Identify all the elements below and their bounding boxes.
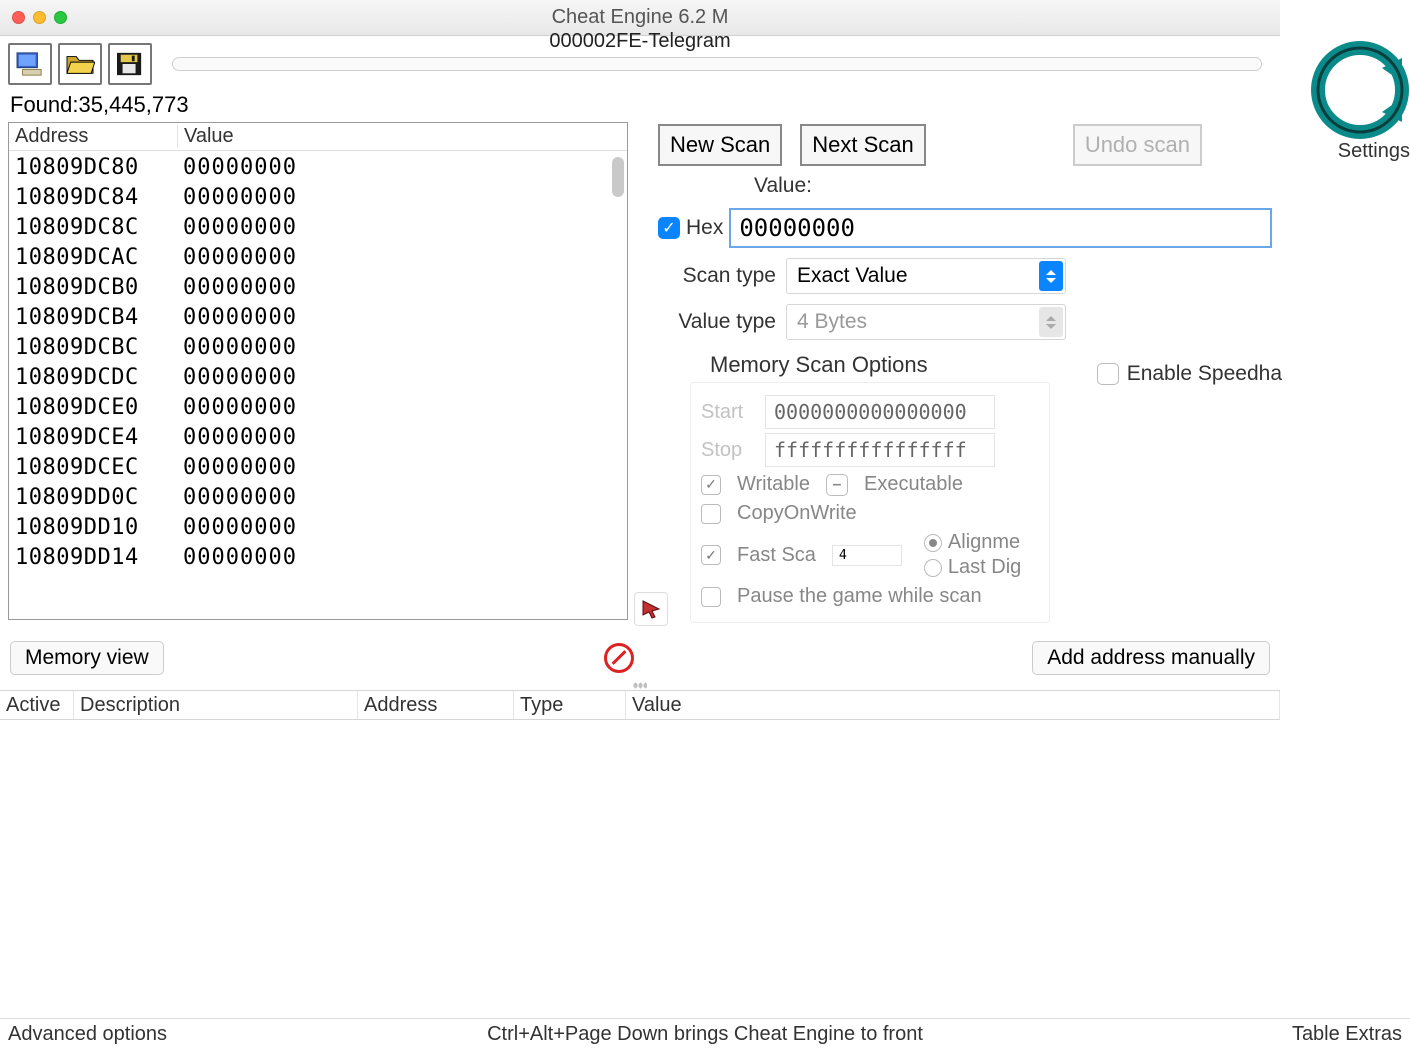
memory-scan-options: Memory Scan Options Start Stop Writable … xyxy=(658,352,1272,623)
result-row[interactable]: 10809DCE400000000 xyxy=(9,423,627,453)
scan-panel: New Scan Next Scan Undo scan Value: ✓ He… xyxy=(636,122,1272,632)
grip-icon xyxy=(633,682,647,689)
add-address-manually-button[interactable]: Add address manually xyxy=(1032,641,1270,675)
stop-label: Stop xyxy=(701,439,755,462)
toolbar: 000002FE-Telegram xyxy=(0,36,1280,92)
stop-address-input[interactable] xyxy=(765,433,995,467)
open-process-button[interactable] xyxy=(8,43,52,85)
scan-type-label: Scan type xyxy=(658,264,776,288)
results-panel: Address Value 10809DC800000000010809DC84… xyxy=(8,122,628,632)
middle-toolbar: Memory view Add address manually xyxy=(0,636,1280,680)
enable-speedhack-row: ✓ Enable Speedha xyxy=(1097,362,1282,386)
result-row[interactable]: 10809DC8400000000 xyxy=(9,183,627,213)
result-row[interactable]: 10809DCE000000000 xyxy=(9,393,627,423)
chevron-updown-icon xyxy=(1039,261,1063,291)
result-row[interactable]: 10809DC8C00000000 xyxy=(9,213,627,243)
hex-checkbox[interactable]: ✓ xyxy=(658,217,680,239)
fast-scan-label: Fast Sca xyxy=(737,544,816,567)
scan-type-combo[interactable]: Exact Value xyxy=(786,258,1066,294)
result-row[interactable]: 10809DD1400000000 xyxy=(9,543,627,573)
result-row[interactable]: 10809DD0C00000000 xyxy=(9,483,627,513)
copyonwrite-label: CopyOnWrite xyxy=(737,502,857,525)
scan-progress-bar xyxy=(172,57,1262,71)
undo-scan-button[interactable]: Undo scan xyxy=(1073,124,1202,166)
result-row[interactable]: 10809DC8000000000 xyxy=(9,153,627,183)
status-bar: Advanced options Ctrl+Alt+Page Down brin… xyxy=(0,1018,1410,1050)
last-digits-label: Last Dig xyxy=(948,556,1021,579)
executable-label: Executable xyxy=(864,473,963,496)
open-file-button[interactable] xyxy=(58,43,102,85)
found-count: Found:35,445,773 xyxy=(0,92,1280,118)
cheat-table-header: Active Description Address Type Value xyxy=(0,690,1280,720)
advanced-options-button[interactable]: Advanced options xyxy=(8,1023,167,1046)
table-extras-button[interactable]: Table Extras xyxy=(1292,1023,1402,1046)
settings-link[interactable]: Settings xyxy=(1338,140,1410,163)
hex-label: Hex xyxy=(686,216,723,240)
results-header-address[interactable]: Address xyxy=(9,125,177,148)
fast-scan-checkbox[interactable] xyxy=(701,545,721,565)
memory-view-button[interactable]: Memory view xyxy=(10,641,164,675)
alignment-radio[interactable] xyxy=(924,534,942,552)
scrollbar-thumb[interactable] xyxy=(612,157,624,197)
start-address-input[interactable] xyxy=(765,395,995,429)
value-label: Value: xyxy=(754,174,1272,198)
pause-game-checkbox[interactable] xyxy=(701,587,721,607)
col-description[interactable]: Description xyxy=(74,691,358,719)
value-type-value: 4 Bytes xyxy=(797,310,867,334)
start-label: Start xyxy=(701,401,755,424)
last-digits-radio[interactable] xyxy=(924,559,942,577)
result-row[interactable]: 10809DCBC00000000 xyxy=(9,333,627,363)
writable-checkbox[interactable] xyxy=(701,475,721,495)
new-scan-button[interactable]: New Scan xyxy=(658,124,782,166)
result-row[interactable]: 10809DCDC00000000 xyxy=(9,363,627,393)
scan-type-value: Exact Value xyxy=(797,264,908,288)
window-controls xyxy=(0,11,67,24)
result-row[interactable]: 10809DCEC00000000 xyxy=(9,453,627,483)
folder-open-icon xyxy=(65,51,95,77)
executable-checkbox[interactable]: – xyxy=(826,474,848,496)
fast-scan-value-input[interactable] xyxy=(832,545,902,566)
enable-speedhack-label: Enable Speedha xyxy=(1127,362,1282,386)
col-type[interactable]: Type xyxy=(514,691,626,719)
result-row[interactable]: 10809DCAC00000000 xyxy=(9,243,627,273)
cheat-engine-logo[interactable] xyxy=(1310,40,1410,140)
status-hint: Ctrl+Alt+Page Down brings Cheat Engine t… xyxy=(0,1023,1410,1046)
pause-game-label: Pause the game while scan xyxy=(737,585,982,608)
col-active[interactable]: Active xyxy=(0,691,74,719)
window-title: Cheat Engine 6.2 M xyxy=(0,6,1280,29)
result-row[interactable]: 10809DCB000000000 xyxy=(9,273,627,303)
value-input[interactable] xyxy=(729,208,1272,248)
cheat-table-body[interactable] xyxy=(0,720,1280,920)
close-window-button[interactable] xyxy=(12,11,25,24)
results-header-value[interactable]: Value xyxy=(177,125,627,148)
alignment-label: Alignme xyxy=(948,531,1020,554)
enable-speedhack-checkbox[interactable]: ✓ xyxy=(1097,363,1119,385)
arrow-cursor-icon xyxy=(641,599,661,619)
next-scan-button[interactable]: Next Scan xyxy=(800,124,926,166)
splitter[interactable] xyxy=(0,680,1280,690)
zoom-window-button[interactable] xyxy=(54,11,67,24)
arrow-pointer-button[interactable] xyxy=(634,592,668,626)
chevron-updown-icon xyxy=(1039,307,1063,337)
results-body[interactable]: 10809DC800000000010809DC840000000010809D… xyxy=(9,151,627,620)
main-area: Address Value 10809DC800000000010809DC84… xyxy=(0,118,1280,636)
floppy-disk-icon xyxy=(115,51,145,77)
clear-list-button[interactable] xyxy=(604,643,634,673)
titlebar: Cheat Engine 6.2 M xyxy=(0,0,1280,36)
result-row[interactable]: 10809DD1000000000 xyxy=(9,513,627,543)
computer-icon xyxy=(15,51,45,77)
copyonwrite-checkbox[interactable] xyxy=(701,504,721,524)
results-list[interactable]: Address Value 10809DC800000000010809DC84… xyxy=(8,122,628,620)
value-type-combo[interactable]: 4 Bytes xyxy=(786,304,1066,340)
value-type-label: Value type xyxy=(658,310,776,334)
writable-label: Writable xyxy=(737,473,810,496)
col-value[interactable]: Value xyxy=(626,691,1280,719)
results-header: Address Value xyxy=(9,123,627,151)
col-address[interactable]: Address xyxy=(358,691,514,719)
minimize-window-button[interactable] xyxy=(33,11,46,24)
result-row[interactable]: 10809DCB400000000 xyxy=(9,303,627,333)
save-button[interactable] xyxy=(108,43,152,85)
